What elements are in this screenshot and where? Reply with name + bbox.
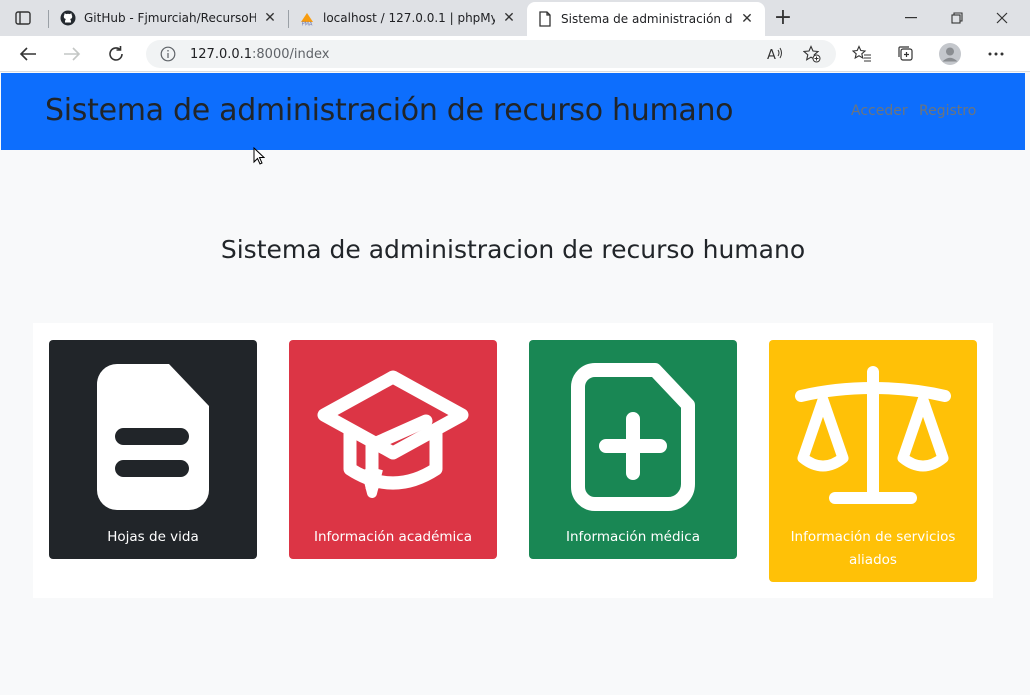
page-title: Sistema de administracion de recurso hum… — [220, 235, 806, 264]
read-aloud-icon[interactable]: A — [766, 44, 786, 64]
back-icon[interactable] — [16, 42, 40, 66]
web-page: Sistema de administración de recurso hum… — [1, 73, 1025, 695]
nav-link-registro[interactable]: Registro — [919, 103, 976, 119]
url-host: 127.0.0.1 — [190, 46, 253, 62]
github-icon — [60, 10, 76, 26]
add-favorite-icon[interactable] — [802, 44, 822, 64]
card-hojas-de-vida[interactable]: Hojas de vida — [49, 340, 257, 559]
file-text-icon — [49, 348, 257, 526]
more-menu-icon[interactable] — [984, 42, 1008, 66]
tab-sistema[interactable]: Sistema de administración de rec ✕ — [527, 2, 765, 36]
new-tab-button[interactable]: + — [772, 7, 794, 30]
url-text: 127.0.0.1:8000/index — [190, 47, 329, 62]
tab-title: Sistema de administración de rec — [561, 12, 733, 26]
close-tab-icon[interactable]: ✕ — [739, 11, 755, 27]
info-icon[interactable] — [160, 46, 176, 62]
url-path: :8000/index — [252, 46, 330, 62]
nav-link-acceder[interactable]: Acceder — [851, 103, 908, 119]
close-tab-icon[interactable]: ✕ — [262, 10, 278, 26]
minimize-icon[interactable] — [896, 6, 926, 30]
svg-text:PMA: PMA — [302, 22, 313, 27]
browser-tab-bar: GitHub - Fjmurciah/RecursoHum ✕ PMA loca… — [0, 0, 1030, 36]
phpmyadmin-icon: PMA — [299, 10, 315, 26]
collections-icon[interactable] — [894, 42, 918, 66]
close-window-icon[interactable] — [987, 6, 1017, 30]
site-navbar: Sistema de administración de recurso hum… — [1, 73, 1025, 150]
card-label: Información de servicios aliados — [790, 529, 956, 568]
card-label: Información académica — [313, 529, 472, 545]
card-label: Hojas de vida — [107, 529, 199, 545]
address-bar[interactable]: 127.0.0.1:8000/index A — [146, 40, 836, 68]
browser-toolbar: 127.0.0.1:8000/index A — [0, 36, 1030, 72]
card-informacion-medica[interactable]: Información médica — [529, 340, 737, 559]
cards-container: Hojas de vida Información académica Info… — [33, 323, 993, 598]
restore-icon[interactable] — [942, 6, 972, 30]
tab-actions-icon[interactable] — [12, 8, 34, 28]
document-icon — [537, 11, 553, 27]
refresh-icon[interactable] — [104, 42, 128, 66]
close-tab-icon[interactable]: ✕ — [501, 10, 517, 26]
tab-phpmyadmin[interactable]: PMA localhost / 127.0.0.1 | phpMyAdm ✕ — [289, 3, 527, 33]
card-informacion-academica[interactable]: Información académica — [289, 340, 497, 559]
profile-avatar-icon[interactable] — [938, 42, 962, 66]
favorites-icon[interactable] — [850, 42, 874, 66]
graduation-cap-icon — [289, 348, 497, 526]
card-label: Información médica — [565, 529, 701, 545]
mouse-cursor-icon — [253, 147, 265, 165]
forward-icon[interactable] — [60, 42, 84, 66]
tab-github[interactable]: GitHub - Fjmurciah/RecursoHum ✕ — [50, 3, 288, 33]
scales-icon — [769, 348, 977, 526]
navbar-brand[interactable]: Sistema de administración de recurso hum… — [45, 93, 734, 128]
tab-title: localhost / 127.0.0.1 | phpMyAdm — [323, 11, 495, 25]
svg-text:A: A — [767, 48, 776, 62]
tab-title: GitHub - Fjmurciah/RecursoHum — [84, 11, 256, 25]
file-medical-icon — [529, 348, 737, 526]
card-informacion-servicios-aliados[interactable]: Información de servicios aliados — [769, 340, 977, 582]
